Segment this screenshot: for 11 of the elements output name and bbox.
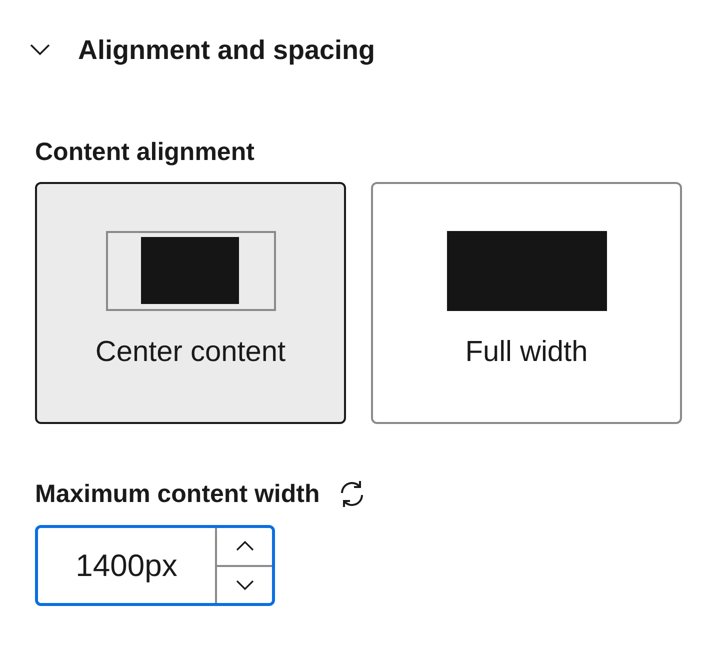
full-width-layout-icon xyxy=(446,231,606,311)
alignment-option[interactable]: Center content xyxy=(35,182,346,424)
number-input-field[interactable]: 1400px xyxy=(35,525,275,606)
chevron-down-icon xyxy=(236,580,254,590)
field-label: Content alignment xyxy=(35,137,256,167)
decrement-button[interactable] xyxy=(217,564,272,603)
centered-layout-icon xyxy=(106,231,276,311)
chevron-up-icon xyxy=(236,541,254,552)
field-label: Maximum content width xyxy=(35,479,320,509)
section-toggle[interactable]: Alignment and spacing xyxy=(30,28,376,72)
alignment-option[interactable]: Full width xyxy=(371,182,682,424)
